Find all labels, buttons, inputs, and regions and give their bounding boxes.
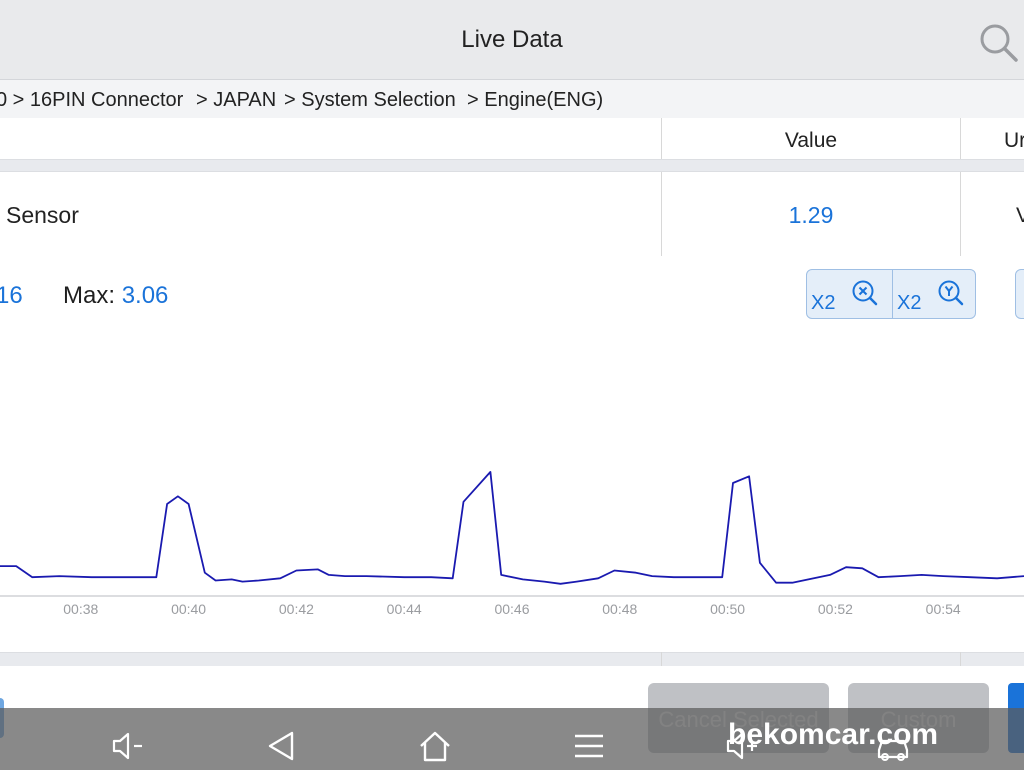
app-header: Live Data: [0, 0, 1024, 80]
x-tick-label: 00:54: [926, 601, 961, 617]
volume-down-icon[interactable]: [108, 726, 148, 766]
back-icon[interactable]: [262, 726, 302, 766]
watermark: bekomcar.com: [728, 718, 939, 751]
x-tick-label: 00:48: [602, 601, 637, 617]
home-icon[interactable]: [415, 726, 455, 766]
chart-mode-button[interactable]: [1015, 269, 1024, 319]
page-title: Live Data: [461, 26, 563, 53]
header-separator: [0, 159, 1024, 172]
x-tick-label: 00:52: [818, 601, 853, 617]
column-divider: [661, 652, 662, 666]
x-axis-ticks: 00:38 00:40 00:42 00:44 00:46 00:48 00:50 00:52…: [63, 601, 961, 617]
parameter-name: Sensor: [6, 202, 79, 228]
zoom-control-group: X2 X2: [806, 269, 976, 319]
parameter-value: 1.29: [788, 202, 834, 228]
x-tick-label: 00:50: [710, 601, 745, 617]
menu-icon[interactable]: [569, 726, 609, 766]
x-tick-label: 00:44: [387, 601, 422, 617]
breadcrumb-item-engine[interactable]: > Engine(ENG): [467, 89, 603, 112]
parameter-unit: V: [1016, 204, 1024, 227]
zoom-y-label: X2: [897, 292, 922, 314]
breadcrumb-item-japan[interactable]: > JAPAN: [196, 89, 276, 112]
x-tick-label: 00:40: [171, 601, 206, 617]
x-tick-label: 00:38: [63, 601, 98, 617]
table-footer-separator: [0, 652, 1024, 666]
x-tick-label: 00:46: [494, 601, 529, 617]
max-stat: Max: 3.06: [63, 282, 168, 310]
breadcrumb-item-connector[interactable]: 0 > 16PIN Connector: [0, 89, 183, 112]
zoom-x-icon: [852, 280, 878, 306]
search-icon[interactable]: [976, 20, 1020, 64]
series-line: [0, 470, 1024, 585]
zoom-x-button[interactable]: X2: [807, 270, 892, 318]
live-data-chart: 00:38 00:40 00:42 00:44 00:46 00:48 00:50 00:52…: [0, 470, 1024, 617]
zoom-x-label: X2: [811, 292, 836, 314]
zoom-y-icon: [938, 280, 964, 306]
value-column-header: Value: [784, 129, 838, 152]
zoom-y-button[interactable]: X2: [892, 270, 977, 318]
min-value: 16: [0, 282, 23, 309]
table-header: Value Ur: [0, 118, 1024, 160]
breadcrumb-item-system-selection[interactable]: > System Selection: [284, 89, 456, 112]
breadcrumb: 0 > 16PIN Connector > JAPAN > System Sel…: [0, 80, 1024, 118]
unit-column-header: Ur: [1004, 129, 1024, 152]
x-tick-label: 00:42: [279, 601, 314, 617]
min-stat: 16: [0, 282, 23, 310]
column-divider: [960, 652, 961, 666]
table-row[interactable]: Sensor 1.29 V: [0, 172, 1024, 256]
max-value: 3.06: [121, 282, 169, 309]
max-label: Max:: [63, 282, 116, 309]
